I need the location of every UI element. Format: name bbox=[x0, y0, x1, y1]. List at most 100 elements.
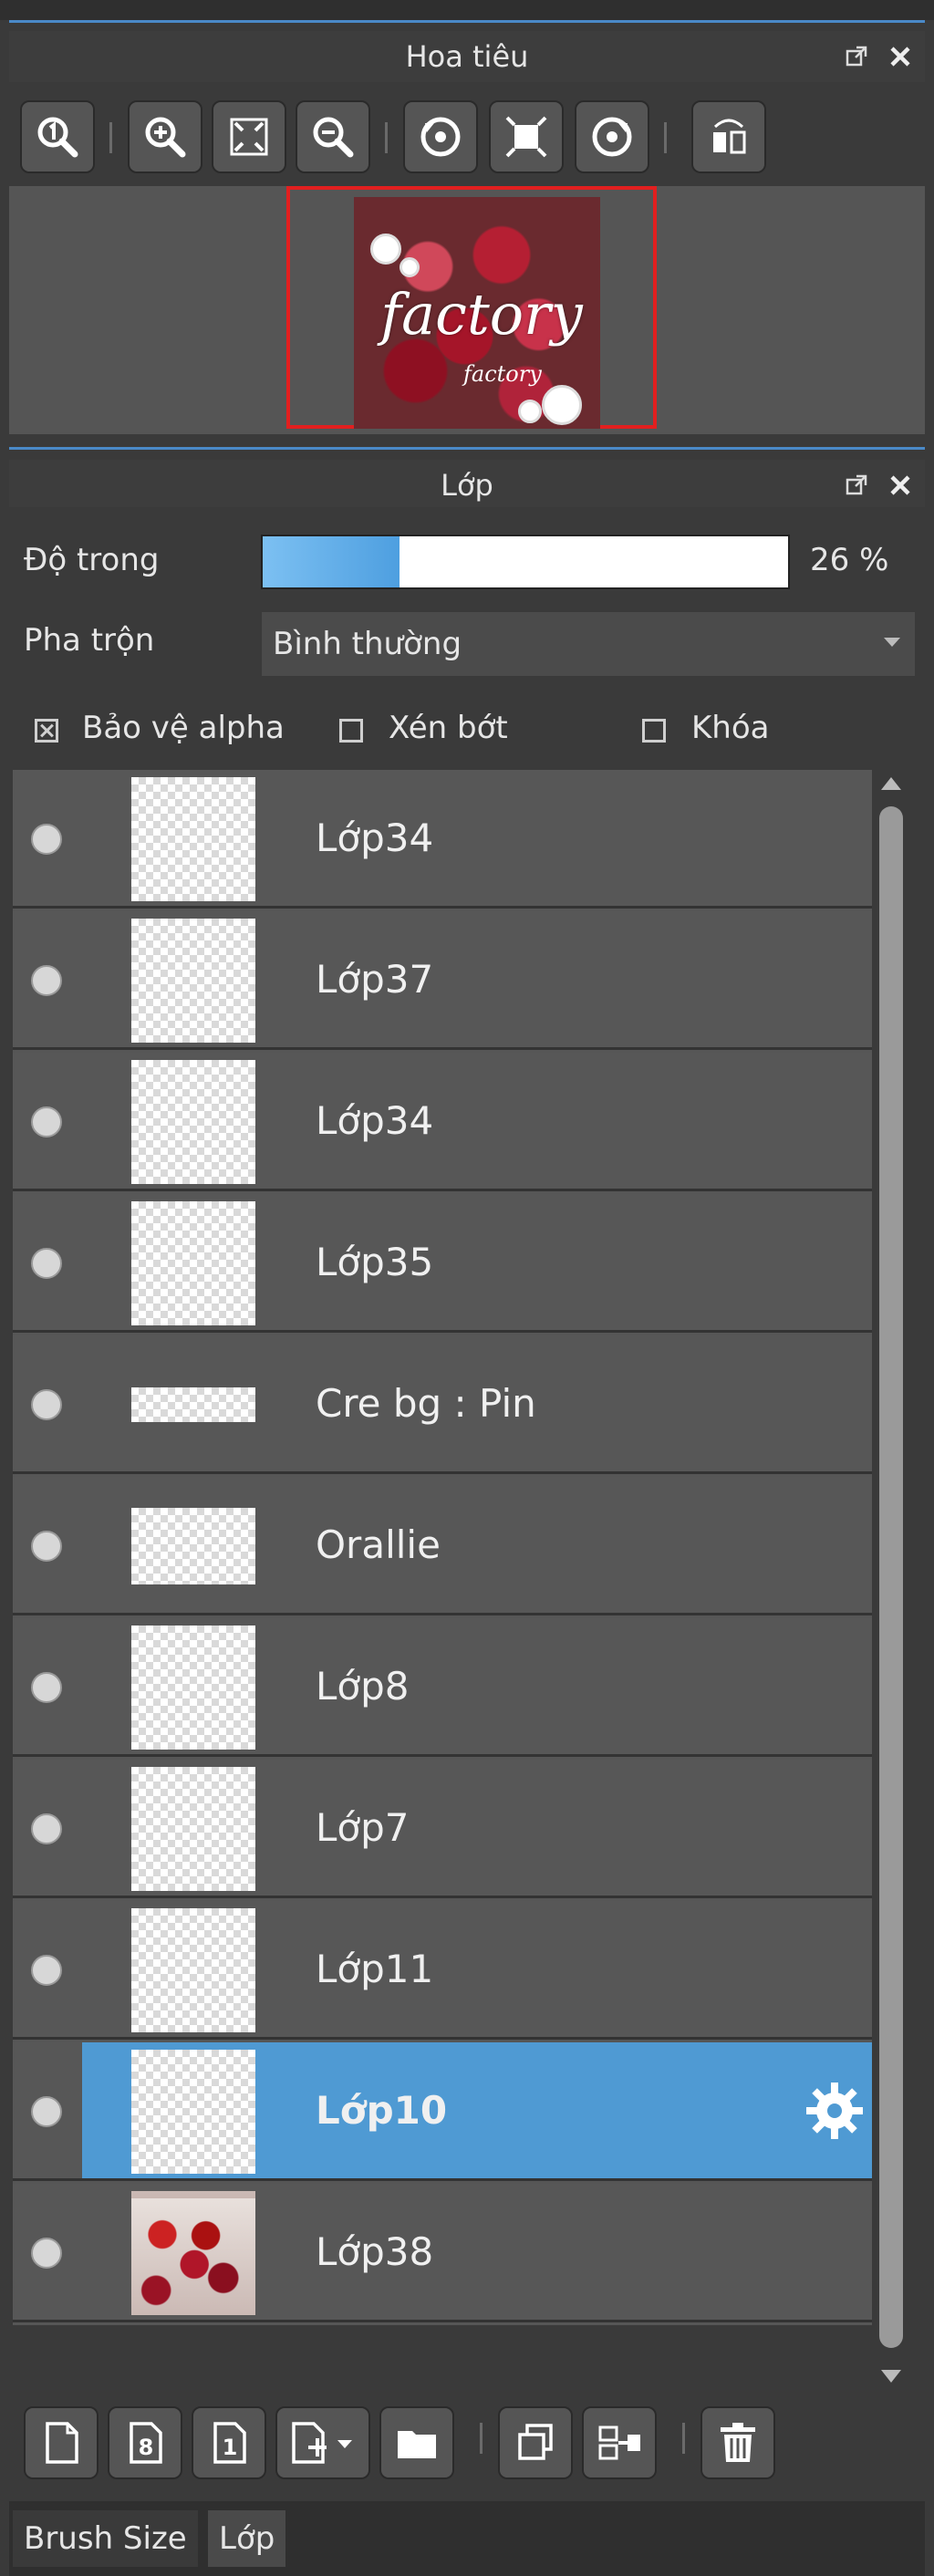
layer-row[interactable]: Lớp35 bbox=[13, 1194, 872, 1333]
layer-row[interactable]: Cre bg : Pin bbox=[13, 1335, 872, 1474]
duplicate-layer-button[interactable] bbox=[498, 2406, 573, 2479]
reset-view-button[interactable] bbox=[489, 100, 564, 173]
add-layer-dropdown-button[interactable] bbox=[275, 2406, 370, 2479]
chevron-down-icon bbox=[884, 638, 900, 647]
rotate-right-button[interactable] bbox=[575, 100, 649, 173]
layer-thumbnail bbox=[131, 2191, 255, 2315]
layer-list[interactable]: Lớp34 Lớp37 Lớp34 Lớp35 Cre bg : Pin Ora… bbox=[13, 770, 872, 2325]
visibility-toggle[interactable] bbox=[31, 1248, 62, 1279]
flip-horizontal-icon bbox=[713, 119, 746, 154]
layer-name: Orallie bbox=[316, 1522, 441, 1567]
decor-dot bbox=[370, 234, 401, 265]
layer-name: Lớp7 bbox=[316, 1805, 410, 1850]
layer-row[interactable]: Lớp34 bbox=[13, 1053, 872, 1191]
close-panel-icon[interactable] bbox=[888, 45, 912, 68]
layer-settings-gear-icon[interactable] bbox=[803, 2079, 867, 2143]
toolbar-separator bbox=[109, 122, 112, 153]
layer-thumbnail bbox=[131, 1508, 255, 1584]
new-layer-button[interactable] bbox=[24, 2406, 99, 2479]
new-8bit-layer-button[interactable]: 8 bbox=[108, 2406, 182, 2479]
decor-dot bbox=[518, 400, 542, 423]
detach-panel-icon[interactable] bbox=[845, 45, 868, 68]
layer-row-selected[interactable]: Lớp10 bbox=[13, 2042, 872, 2181]
opacity-label: Độ trong bbox=[24, 542, 160, 578]
scroll-down-arrow[interactable] bbox=[881, 2370, 901, 2383]
zoom-in-icon bbox=[145, 117, 186, 158]
new-8bit-layer-icon: 8 bbox=[130, 2422, 162, 2464]
visibility-toggle[interactable] bbox=[31, 1672, 62, 1703]
clipping-checkbox[interactable] bbox=[339, 719, 363, 743]
layer-name: Lớp10 bbox=[316, 2088, 448, 2133]
layer-thumbnail bbox=[131, 1201, 255, 1325]
blend-mode-value: Bình thường bbox=[273, 626, 462, 662]
visibility-toggle[interactable] bbox=[31, 1389, 62, 1420]
canvas-thumbnail: factory factory bbox=[354, 197, 600, 429]
detach-panel-icon[interactable] bbox=[845, 473, 868, 497]
opacity-slider[interactable] bbox=[261, 535, 790, 589]
tab-layers[interactable]: Lớp bbox=[208, 2510, 286, 2567]
opacity-value: 26 % bbox=[810, 542, 889, 578]
thumbnail-text-small: factory bbox=[463, 361, 542, 387]
layer-row[interactable]: Lớp11 bbox=[13, 1901, 872, 2040]
navigator-title-bar: Hoa tiêu bbox=[9, 31, 925, 82]
toolbar-separator bbox=[664, 122, 667, 153]
svg-text:8: 8 bbox=[139, 2435, 154, 2460]
layer-row[interactable]: Lớp34 bbox=[13, 770, 872, 909]
layer-row[interactable]: Orallie bbox=[13, 1477, 872, 1615]
navigator-preview-area[interactable]: factory factory bbox=[9, 186, 925, 434]
zoom-in-button[interactable] bbox=[128, 100, 202, 173]
window-top-strip bbox=[0, 0, 934, 20]
layers-accent-line bbox=[9, 447, 925, 450]
protect-alpha-checkbox[interactable] bbox=[35, 719, 58, 743]
visibility-toggle[interactable] bbox=[31, 2096, 62, 2127]
fit-screen-button[interactable] bbox=[212, 100, 286, 173]
flip-horizontal-button[interactable] bbox=[691, 100, 766, 173]
delete-layer-button[interactable] bbox=[700, 2406, 775, 2479]
zoom-actual-button[interactable] bbox=[20, 100, 95, 173]
layer-row[interactable]: Lớp8 bbox=[13, 1618, 872, 1757]
layer-thumbnail bbox=[131, 919, 255, 1043]
new-layer-icon bbox=[46, 2422, 78, 2464]
tab-brush-size[interactable]: Brush Size bbox=[13, 2510, 198, 2567]
layer-actions-toolbar: 8 1 bbox=[9, 2394, 925, 2481]
zoom-out-button[interactable] bbox=[296, 100, 370, 173]
scrollbar-thumb[interactable] bbox=[879, 806, 903, 2348]
navigator-accent-line bbox=[9, 20, 925, 23]
toolbar-separator bbox=[682, 2423, 685, 2454]
duplicate-layer-icon bbox=[518, 2424, 553, 2460]
visibility-toggle[interactable] bbox=[31, 1531, 62, 1562]
layer-thumbnail bbox=[131, 1060, 255, 1184]
toolbar-separator bbox=[480, 2423, 483, 2454]
layer-thumbnail bbox=[131, 1626, 255, 1750]
layer-thumbnail bbox=[131, 777, 255, 901]
layer-thumbnail bbox=[131, 1387, 255, 1422]
scroll-up-arrow[interactable] bbox=[881, 777, 901, 790]
close-panel-icon[interactable] bbox=[888, 473, 912, 497]
layer-row[interactable]: Lớp37 bbox=[13, 911, 872, 1050]
visibility-toggle[interactable] bbox=[31, 2238, 62, 2269]
layer-row[interactable]: Lớp38 bbox=[13, 2184, 872, 2322]
lock-checkbox[interactable] bbox=[642, 719, 666, 743]
zoom-out-icon bbox=[313, 117, 354, 158]
visibility-toggle[interactable] bbox=[31, 965, 62, 996]
view-rectangle[interactable]: factory factory bbox=[286, 186, 657, 429]
merge-down-button[interactable] bbox=[582, 2406, 657, 2479]
rotate-right-icon bbox=[592, 117, 632, 157]
visibility-toggle[interactable] bbox=[31, 824, 62, 855]
layer-thumbnail bbox=[131, 1767, 255, 1891]
layer-row[interactable]: Lớp7 bbox=[13, 1760, 872, 1898]
panel-tabs: Brush Size Lớp bbox=[9, 2501, 925, 2576]
new-folder-button[interactable] bbox=[379, 2406, 454, 2479]
visibility-toggle[interactable] bbox=[31, 1813, 62, 1844]
rotate-left-button[interactable] bbox=[403, 100, 478, 173]
new-1bit-layer-icon: 1 bbox=[213, 2422, 246, 2464]
new-1bit-layer-button[interactable]: 1 bbox=[192, 2406, 266, 2479]
decor-dot bbox=[542, 385, 582, 425]
visibility-toggle[interactable] bbox=[31, 1955, 62, 1986]
visibility-toggle[interactable] bbox=[31, 1106, 62, 1137]
blend-mode-select[interactable]: Bình thường bbox=[261, 611, 916, 677]
layer-name: Cre bg : Pin bbox=[316, 1381, 536, 1426]
thumbnail-text-large: factory bbox=[380, 281, 583, 348]
layer-thumbnail bbox=[131, 2050, 255, 2174]
decor-dot bbox=[400, 257, 420, 277]
